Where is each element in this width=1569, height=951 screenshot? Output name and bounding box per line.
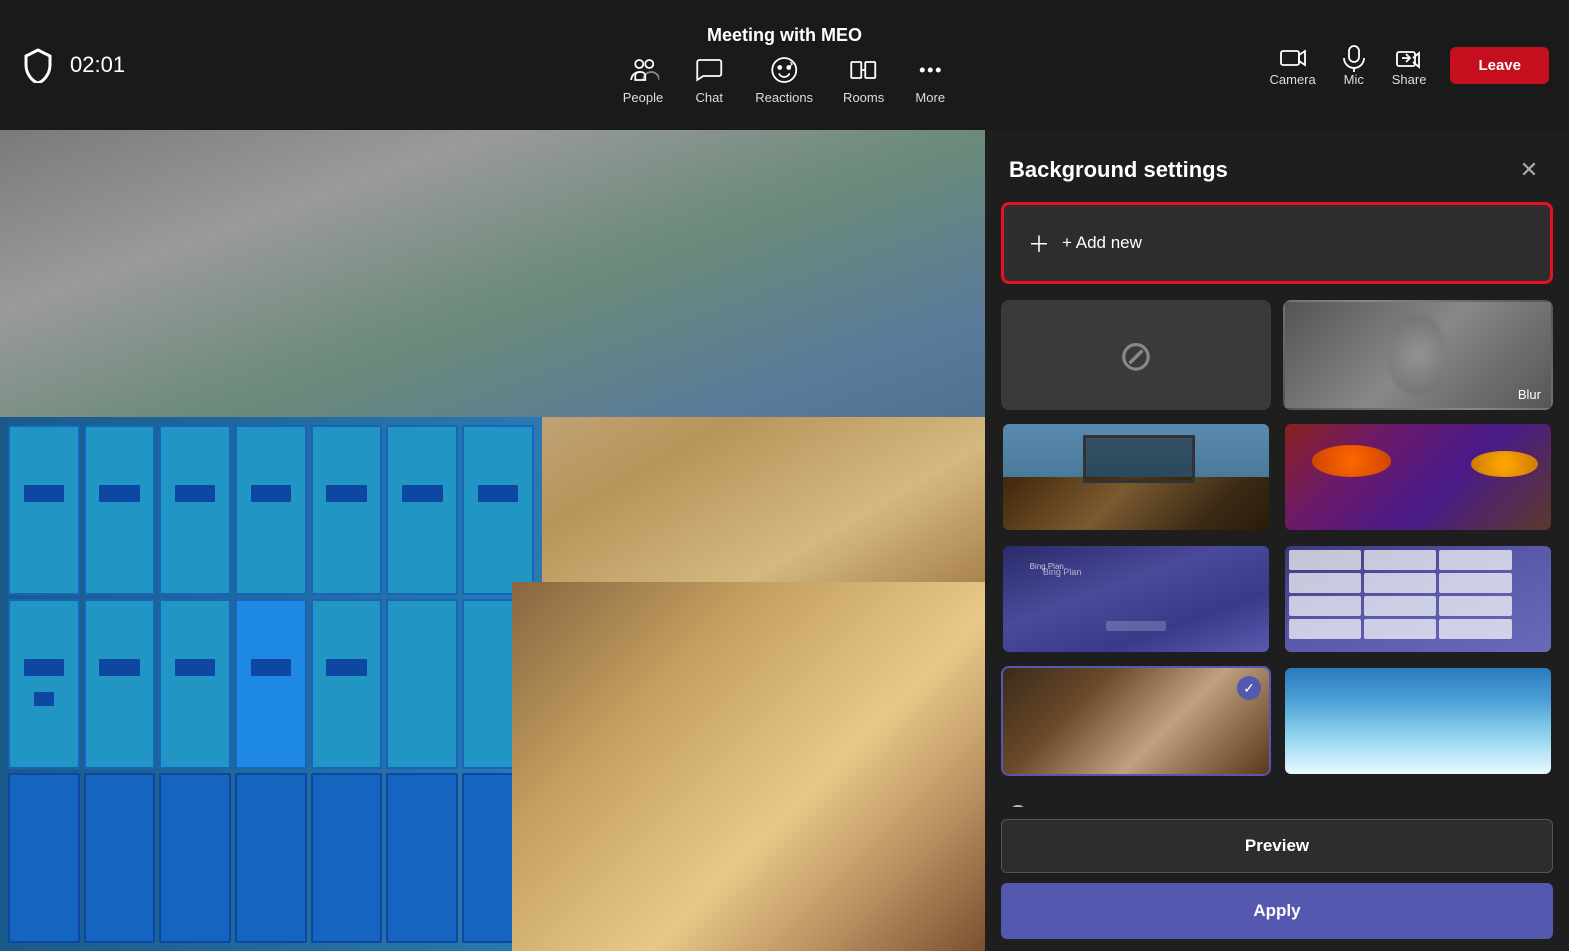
no-bg-icon: ⊘	[1118, 331, 1153, 380]
share-control[interactable]: Share	[1392, 44, 1427, 87]
nav-label-rooms: Rooms	[843, 90, 884, 105]
background-purple1[interactable]: Bing Plan	[1001, 544, 1271, 654]
nav-item-reactions[interactable]: Reactions	[755, 54, 813, 105]
meeting-title: Meeting with MEO	[707, 25, 862, 46]
top-bar-right: Camera Mic Share Leave	[1270, 44, 1550, 87]
top-bar-left: 02:01	[20, 47, 125, 83]
camera-label: Camera	[1270, 72, 1316, 87]
add-new-button[interactable]: ＋ + Add new	[1001, 202, 1553, 284]
apply-button[interactable]: Apply	[1001, 883, 1553, 939]
blur-label: Blur	[1518, 387, 1541, 402]
preview-button[interactable]: Preview	[1001, 819, 1553, 873]
room1-thumb	[1003, 424, 1269, 530]
office-thumb	[1003, 668, 1269, 774]
chat-icon	[693, 54, 725, 86]
panel-footer: Preview Apply	[985, 807, 1569, 951]
purple2-thumb	[1285, 546, 1551, 652]
reactions-icon	[768, 54, 800, 86]
rooms-icon	[848, 54, 880, 86]
shield-icon	[20, 47, 56, 83]
background-blur[interactable]: Blur	[1283, 300, 1553, 410]
leave-button[interactable]: Leave	[1450, 47, 1549, 84]
locker-area	[0, 417, 542, 951]
panel-content: ＋ + Add new ⊘ Blur	[985, 202, 1569, 807]
purple1-thumb: Bing Plan	[1003, 546, 1269, 652]
background-room1[interactable]	[1001, 422, 1271, 532]
room2-thumb	[1285, 424, 1551, 530]
nav-label-people: People	[623, 90, 663, 105]
panel-header: Background settings ✕	[985, 130, 1569, 202]
selected-checkmark: ✓	[1237, 676, 1261, 700]
nav-item-chat[interactable]: Chat	[693, 54, 725, 105]
background-settings-panel: Background settings ✕ ＋ + Add new ⊘	[985, 130, 1569, 951]
top-bar: 02:01 Meeting with MEO People C	[0, 0, 1569, 130]
camera-control[interactable]: Camera	[1270, 44, 1316, 87]
blur-thumb-inner	[1285, 302, 1551, 408]
nav-icons: People Chat Reactions	[623, 54, 946, 105]
camera-icon	[1279, 44, 1307, 72]
floor-area	[512, 582, 985, 951]
close-panel-button[interactable]: ✕	[1513, 154, 1545, 186]
background-room2[interactable]	[1283, 422, 1553, 532]
nav-item-more[interactable]: More	[914, 54, 946, 105]
mic-icon	[1340, 44, 1368, 72]
nav-item-rooms[interactable]: Rooms	[843, 54, 884, 105]
sky-thumb	[1285, 668, 1551, 774]
top-bar-center: Meeting with MEO People Chat	[623, 25, 946, 105]
timer-display: 02:01	[70, 52, 125, 78]
video-background	[0, 130, 985, 951]
more-icon	[914, 54, 946, 86]
add-new-label: + Add new	[1062, 233, 1142, 253]
mic-control[interactable]: Mic	[1340, 44, 1368, 87]
none-thumb-inner: ⊘	[1003, 302, 1269, 408]
nav-item-people[interactable]: People	[623, 54, 663, 105]
mic-label: Mic	[1344, 72, 1364, 87]
background-purple2[interactable]	[1283, 544, 1553, 654]
background-office[interactable]: ✓	[1001, 666, 1271, 776]
background-sky[interactable]	[1283, 666, 1553, 776]
video-area	[0, 130, 985, 951]
share-label: Share	[1392, 72, 1427, 87]
background-none[interactable]: ⊘	[1001, 300, 1271, 410]
blur-silhouette	[1388, 315, 1448, 395]
share-icon	[1395, 44, 1423, 72]
plus-icon: ＋	[1028, 227, 1050, 259]
notice-bar: i Others won't see your video while you …	[1001, 792, 1553, 807]
panel-title: Background settings	[1009, 157, 1228, 183]
nav-label-reactions: Reactions	[755, 90, 813, 105]
people-icon	[627, 54, 659, 86]
nav-label-chat: Chat	[696, 90, 723, 105]
nav-label-more: More	[915, 90, 945, 105]
background-grid: ⊘ Blur Bing Plan	[1001, 300, 1553, 776]
